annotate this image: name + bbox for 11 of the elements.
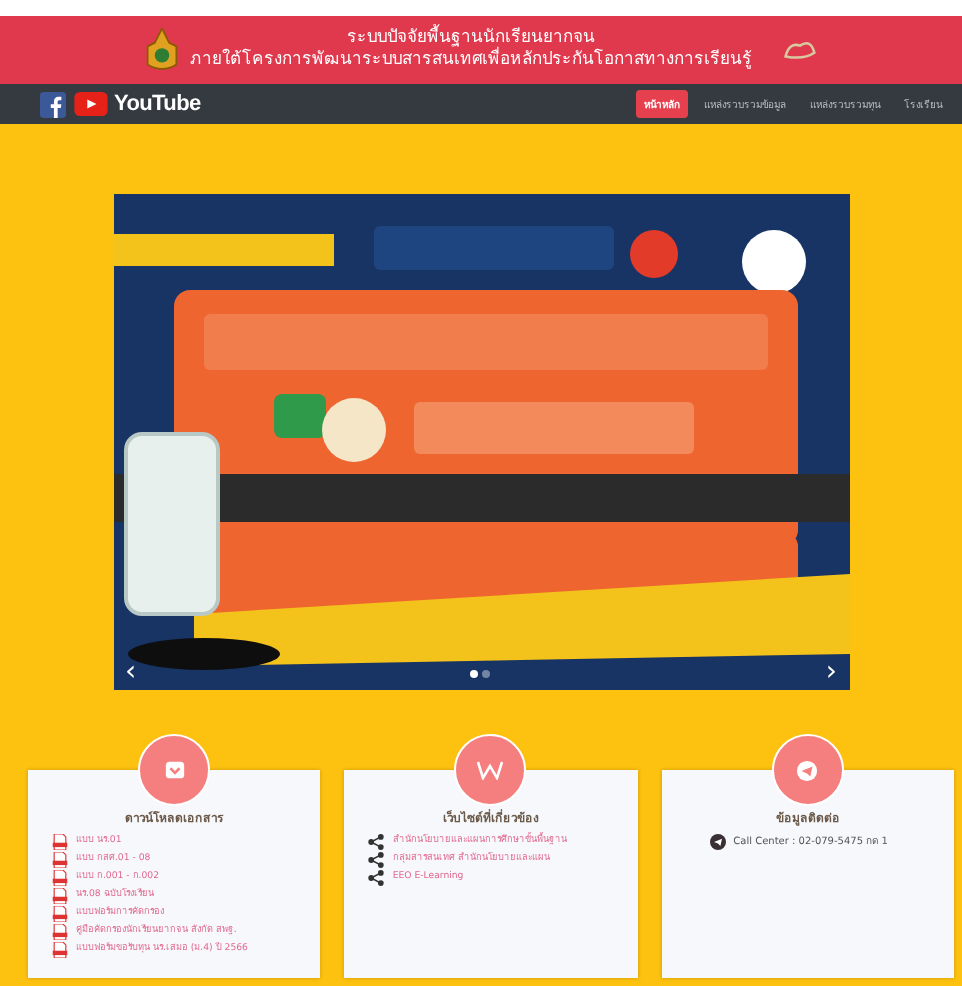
previous-slide-button[interactable]: ‹ — [121, 658, 141, 686]
telegram-icon — [709, 834, 726, 850]
leaf-logo-icon — [782, 37, 818, 63]
site-title: ระบบปัจจัยพื้นฐานนักเรียนยากจน — [347, 28, 595, 49]
emblem-icon — [144, 28, 180, 72]
next-slide-button[interactable]: › — [821, 658, 841, 686]
slide-indicator[interactable] — [469, 670, 477, 678]
play-icon — [74, 92, 108, 116]
youtube-link[interactable]: YouTube — [74, 92, 201, 116]
facebook-icon[interactable] — [40, 91, 66, 117]
site-subtitle: ภายใต้โครงการพัฒนาระบบสารสนเทศเพื่อหลักประกันโอกาสทางการเรียนรู้ — [190, 50, 752, 72]
